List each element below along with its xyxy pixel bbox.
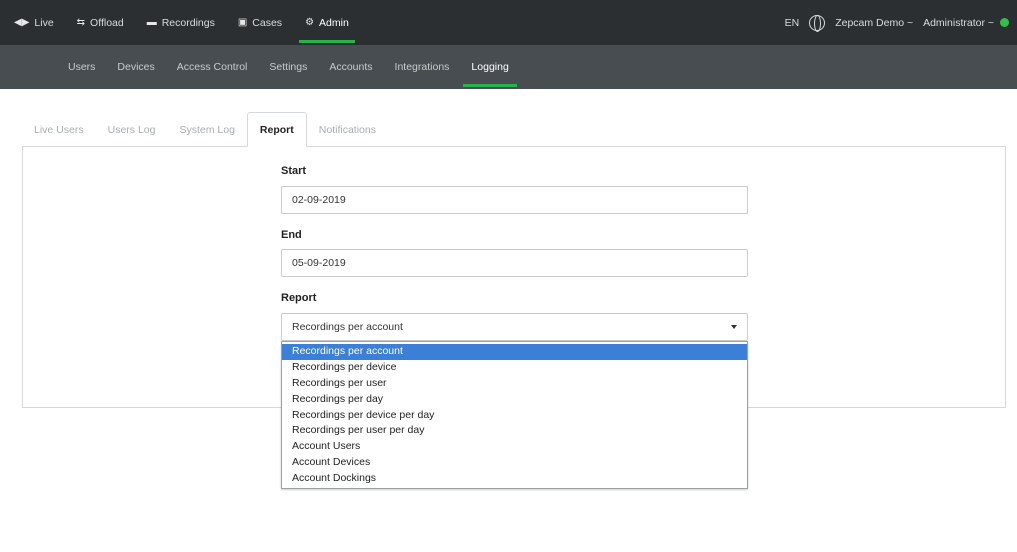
nav-label: Live <box>34 16 54 29</box>
end-label: End <box>281 229 302 241</box>
live-icon: ◀▶ <box>14 17 30 28</box>
report-option[interactable]: Recordings per device <box>282 360 747 376</box>
nav-live[interactable]: ◀▶ Live <box>14 0 54 45</box>
report-option[interactable]: Recordings per device per day <box>282 408 747 424</box>
nav-cases[interactable]: ▣ Cases <box>238 0 282 45</box>
subnav-integrations[interactable]: Integrations <box>395 45 450 89</box>
tab-live-users[interactable]: Live Users <box>22 112 96 147</box>
top-right-controls: EN Zepcam Demo ~ Administrator ~ <box>775 0 1009 45</box>
report-option[interactable]: Account Dockings <box>282 471 747 487</box>
chevron-down-icon <box>731 325 737 329</box>
subnav-accounts[interactable]: Accounts <box>329 45 372 89</box>
nav-admin[interactable]: ⚙ Admin <box>299 0 355 45</box>
recordings-icon: ▬ <box>146 17 157 28</box>
report-option[interactable]: Account Users <box>282 439 747 455</box>
logging-tabs: Live Users Users Log System Log Report N… <box>22 112 388 147</box>
nav-label: Admin <box>319 16 349 29</box>
tab-system-log[interactable]: System Log <box>167 112 246 147</box>
nav-label: Cases <box>252 16 283 29</box>
report-option[interactable]: Account Devices <box>282 455 747 471</box>
language-selector[interactable]: EN <box>785 17 800 29</box>
admin-subnav: Users Devices Access Control Settings Ac… <box>68 45 531 89</box>
start-label: Start <box>281 165 307 177</box>
gear-icon: ⚙ <box>305 17 315 28</box>
user-menu[interactable]: Administrator ~ <box>923 17 994 29</box>
status-indicator <box>1000 18 1009 27</box>
subnav-users[interactable]: Users <box>68 45 95 89</box>
report-option[interactable]: Recordings per day <box>282 392 747 408</box>
report-options-list: Recordings per account Recordings per de… <box>281 341 748 489</box>
start-date-field[interactable]: 02-09-2019 <box>281 186 748 214</box>
main-nav: ◀▶ Live ⇆ Offload ▬ Recordings ▣ Cases ⚙… <box>0 0 372 45</box>
report-option[interactable]: Recordings per user per day <box>282 423 747 439</box>
nav-offload[interactable]: ⇆ Offload <box>77 0 124 45</box>
end-date-field[interactable]: 05-09-2019 <box>281 249 748 277</box>
globe-icon[interactable] <box>809 14 826 32</box>
report-option[interactable]: Recordings per account <box>282 344 747 360</box>
cases-icon: ▣ <box>237 17 248 28</box>
tab-report[interactable]: Report <box>246 112 307 147</box>
tab-users-log[interactable]: Users Log <box>96 112 168 147</box>
offload-icon: ⇆ <box>76 17 86 28</box>
subnav-settings[interactable]: Settings <box>269 45 307 89</box>
tenant-menu[interactable]: Zepcam Demo ~ <box>835 17 913 29</box>
nav-label: Recordings <box>161 16 215 29</box>
subnav-devices[interactable]: Devices <box>117 45 154 89</box>
subnav-logging[interactable]: Logging <box>463 45 518 89</box>
report-select-value: Recordings per account <box>292 321 403 333</box>
nav-recordings[interactable]: ▬ Recordings <box>147 0 215 45</box>
report-select[interactable]: Recordings per account <box>281 313 748 341</box>
report-option[interactable]: Recordings per user <box>282 376 747 392</box>
nav-label: Offload <box>90 16 124 29</box>
subnav-access-control[interactable]: Access Control <box>177 45 248 89</box>
report-label: Report <box>281 292 317 304</box>
tab-notifications[interactable]: Notifications <box>307 112 388 147</box>
